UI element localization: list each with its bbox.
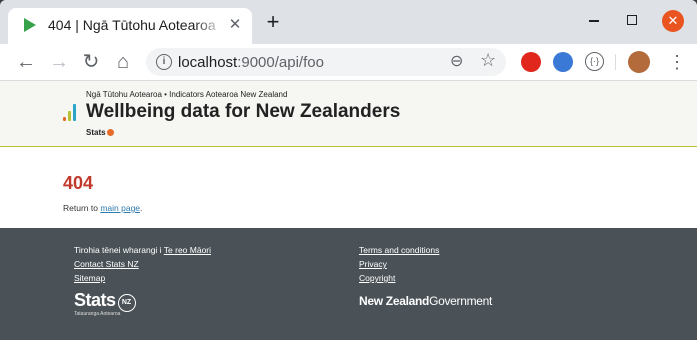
footer-left-links: Tirohia tēnei wharangi i Te reo Māori Co… xyxy=(74,243,211,285)
nzgov-part-a: New Zealand xyxy=(359,294,430,308)
bookmark-star-icon[interactable]: ☆ xyxy=(480,50,496,71)
url-host: localhost xyxy=(178,54,238,71)
main-page-link[interactable]: main page xyxy=(100,203,140,213)
forward-button[interactable]: → xyxy=(47,50,71,74)
adblock-extension-icon[interactable] xyxy=(521,52,541,72)
bar-chart-logo-icon[interactable] xyxy=(63,103,81,121)
tab-strip: 404 | Ngā Tūtohu Aotearoa ✕ + ✕ xyxy=(0,0,697,44)
profile-avatar[interactable] xyxy=(628,51,650,73)
stats-mini-label: Stats xyxy=(86,128,106,137)
back-button[interactable]: ← xyxy=(14,50,38,74)
stats-nz-mini-logo[interactable]: Stats xyxy=(86,128,114,137)
terms-link[interactable]: Terms and conditions xyxy=(359,243,439,257)
tab-title-fade xyxy=(194,14,224,38)
contact-link[interactable]: Contact Stats NZ xyxy=(74,257,211,271)
browser-toolbar: ← → ↻ ⌂ i localhost:9000/api/foo ⊖ ☆ {·}… xyxy=(0,44,697,81)
browser-window: 404 | Ngā Tūtohu Aotearoa ✕ + ✕ ← → ↻ ⌂ … xyxy=(0,0,697,340)
maximize-button[interactable] xyxy=(627,15,637,25)
url-path: :9000/api/foo xyxy=(237,54,324,71)
return-message: Return to main page. xyxy=(63,203,142,213)
logo-bar-1 xyxy=(63,117,66,121)
site-info-icon[interactable]: i xyxy=(156,54,172,70)
address-bar[interactable]: i localhost:9000/api/foo ⊖ ☆ xyxy=(146,48,506,76)
stats-tagline: Tatauranga Aotearoa xyxy=(74,311,121,317)
language-line: Tirohia tēnei wharangi i Te reo Māori xyxy=(74,243,211,257)
active-tab[interactable]: 404 | Ngā Tūtohu Aotearoa ✕ xyxy=(8,8,252,44)
site-title[interactable]: Wellbeing data for New Zealanders xyxy=(86,101,400,123)
return-suffix: . xyxy=(140,203,143,213)
close-window-button[interactable]: ✕ xyxy=(662,10,684,32)
privacy-link[interactable]: Privacy xyxy=(359,257,439,271)
site-supertitle: Ngā Tūtohu Aotearoa • Indicators Aotearo… xyxy=(86,90,288,99)
nz-government-logo[interactable]: New ZealandGovernment xyxy=(359,294,492,308)
language-prefix: Tirohia tēnei wharangi i xyxy=(74,245,164,255)
play-favicon-icon xyxy=(24,18,36,32)
stats-mini-dot-icon xyxy=(106,129,114,136)
browser-menu-icon[interactable]: ⋮ xyxy=(668,51,686,73)
nzgov-part-b: Government xyxy=(429,294,493,308)
home-button[interactable]: ⌂ xyxy=(111,50,135,74)
site-header: Ngā Tūtohu Aotearoa • Indicators Aotearo… xyxy=(0,81,697,147)
stats-logo-text: Stats xyxy=(74,290,116,310)
code-extension-icon[interactable]: {·} xyxy=(585,52,604,71)
error-code: 404 xyxy=(63,173,94,193)
stats-nz-logo[interactable]: Stats NZ xyxy=(74,290,136,312)
minimize-button[interactable] xyxy=(589,20,599,22)
logo-bar-2 xyxy=(68,111,71,121)
stats-logo-nz-badge: NZ xyxy=(117,294,136,312)
site-footer: Tirohia tēnei wharangi i Te reo Māori Co… xyxy=(0,228,697,340)
tab-close-icon[interactable]: ✕ xyxy=(226,16,244,34)
url-text[interactable]: localhost:9000/api/foo xyxy=(178,54,324,71)
sitemap-link[interactable]: Sitemap xyxy=(74,271,211,285)
return-prefix: Return to xyxy=(63,203,101,213)
copyright-link[interactable]: Copyright xyxy=(359,271,439,285)
new-tab-button[interactable]: + xyxy=(262,11,284,34)
reload-button[interactable]: ↻ xyxy=(79,50,103,74)
globe-extension-icon[interactable] xyxy=(553,52,573,72)
footer-right-links: Terms and conditions Privacy Copyright xyxy=(359,243,439,285)
te-reo-link[interactable]: Te reo Māori xyxy=(164,245,211,255)
web-page: Ngā Tūtohu Aotearoa • Indicators Aotearo… xyxy=(0,81,697,340)
logo-bar-3 xyxy=(73,104,76,121)
toolbar-divider xyxy=(615,54,616,70)
zoom-icon[interactable]: ⊖ xyxy=(450,51,463,71)
